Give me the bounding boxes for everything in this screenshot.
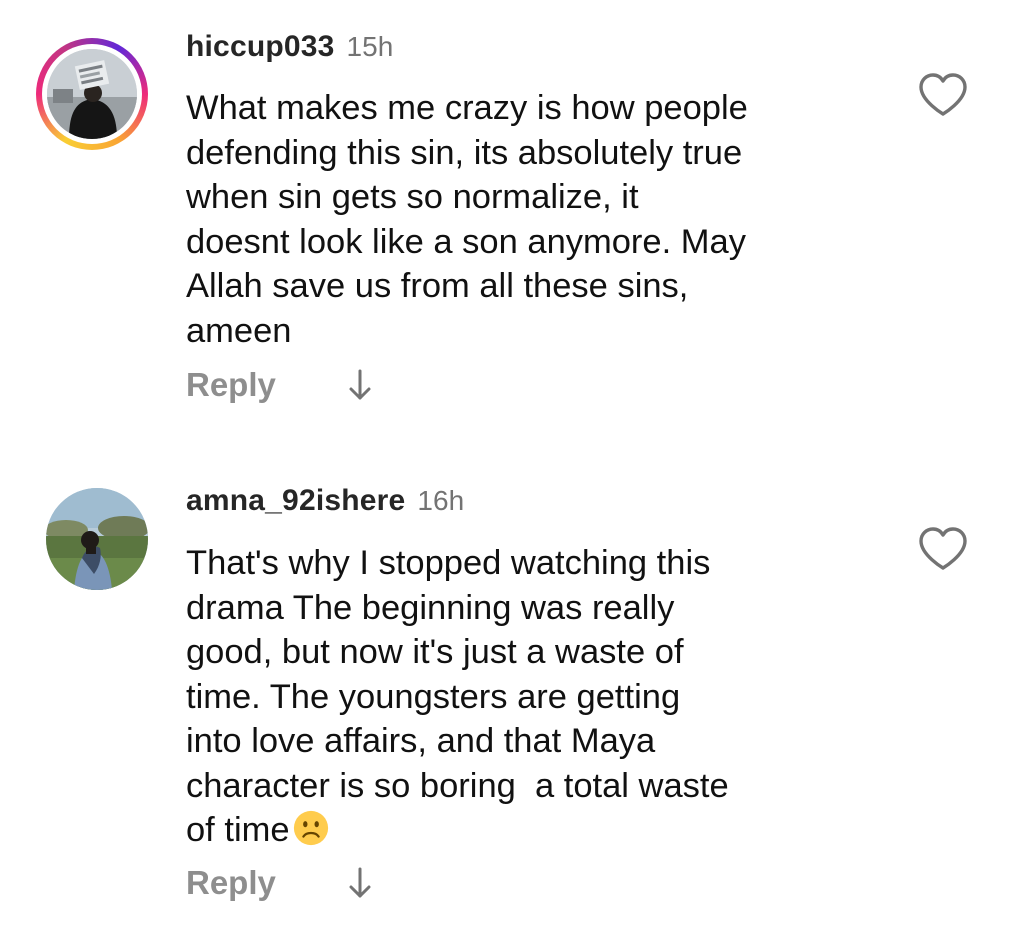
comment-item: amna_92ishere 16h That's why I stopped w… xyxy=(0,460,1024,948)
comment-text: What makes me crazy is how people defend… xyxy=(186,86,886,353)
comment-line: ameen xyxy=(186,311,292,350)
avatar-story-ring[interactable] xyxy=(36,38,148,150)
username[interactable]: hiccup033 xyxy=(186,30,335,64)
comment-actions: Reply xyxy=(186,864,374,902)
avatar xyxy=(47,49,137,139)
frowning-face-emoji-icon xyxy=(293,810,328,846)
comment-actions: Reply xyxy=(186,366,374,404)
comment-line: character is so boring a total waste xyxy=(186,766,729,805)
comment-line: defending this sin, its absolutely true xyxy=(186,133,743,172)
comment-line: What makes me crazy is how people xyxy=(186,89,748,127)
avatar-image xyxy=(47,49,137,139)
avatar-image xyxy=(46,488,148,590)
heart-outline-icon[interactable] xyxy=(918,72,968,118)
avatar-wrap[interactable] xyxy=(46,488,148,590)
reply-button[interactable]: Reply xyxy=(186,864,276,902)
comment-text: That's why I stopped watching this drama… xyxy=(186,541,886,853)
arrow-down-icon[interactable] xyxy=(346,865,374,901)
reply-button[interactable]: Reply xyxy=(186,366,276,404)
comment-line: doesnt look like a son anymore. May xyxy=(186,222,746,261)
heart-outline-icon[interactable] xyxy=(918,526,968,572)
comment-meta: hiccup033 15h xyxy=(186,30,393,64)
avatar xyxy=(46,488,148,590)
comment-line: good, but now it's just a waste of xyxy=(186,633,684,671)
comment-line: That's why I stopped watching this xyxy=(186,544,711,582)
comment-item: hiccup033 15h What makes me crazy is how… xyxy=(0,0,1024,460)
username[interactable]: amna_92ishere xyxy=(186,484,405,518)
comment-line-last: of time xyxy=(186,808,886,853)
timestamp: 16h xyxy=(417,485,465,516)
arrow-down-icon[interactable] xyxy=(346,367,374,403)
comment-line-text: of time xyxy=(186,811,290,849)
comment-line: when sin gets so normalize, it xyxy=(186,178,639,216)
comment-line: drama The beginning was really xyxy=(186,588,675,627)
avatar-ring-gap xyxy=(42,44,142,144)
comment-line: Allah save us from all these sins, xyxy=(186,267,689,305)
comment-line: into love affairs, and that Maya xyxy=(186,722,656,760)
timestamp: 15h xyxy=(346,31,394,62)
comment-line: time. The youngsters are getting xyxy=(186,677,681,716)
comment-meta: amna_92ishere 16h xyxy=(186,484,464,518)
